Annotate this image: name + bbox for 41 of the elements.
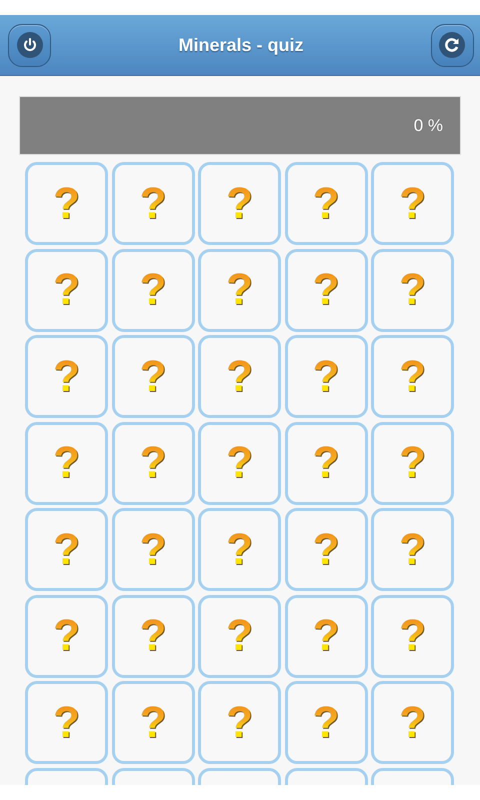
- quiz-card[interactable]: ?: [25, 508, 108, 591]
- power-icon: [16, 32, 42, 58]
- quiz-card[interactable]: ?: [112, 681, 194, 764]
- quiz-card[interactable]: ?: [25, 681, 108, 764]
- quiz-card[interactable]: ?: [112, 422, 194, 504]
- quiz-card[interactable]: ?: [371, 335, 454, 418]
- quiz-card[interactable]: ?: [284, 162, 368, 245]
- quiz-card[interactable]: ?: [284, 422, 368, 504]
- quiz-card[interactable]: ?: [198, 335, 281, 418]
- quiz-card[interactable]: ?: [198, 422, 281, 504]
- refresh-icon: [439, 32, 466, 58]
- quiz-card[interactable]: ?: [371, 162, 454, 245]
- quiz-card[interactable]: ?: [371, 508, 454, 591]
- quiz-card[interactable]: ?: [198, 681, 281, 764]
- quiz-card[interactable]: ?: [284, 594, 368, 678]
- app-title: Minerals - quiz: [178, 34, 304, 56]
- quiz-card[interactable]: ?: [112, 508, 194, 591]
- quiz-card[interactable]: ?: [371, 681, 454, 764]
- quiz-card[interactable]: ?: [371, 248, 454, 332]
- quiz-card[interactable]: ?: [284, 335, 368, 418]
- quiz-card[interactable]: ?: [371, 422, 454, 504]
- quiz-card[interactable]: ?: [198, 248, 281, 332]
- refresh-button[interactable]: [430, 24, 474, 66]
- quiz-card[interactable]: ?: [198, 508, 281, 591]
- quiz-card[interactable]: ?: [25, 335, 108, 418]
- quiz-card[interactable]: ?: [25, 248, 108, 332]
- progress-reading: 0 %: [414, 116, 443, 136]
- quiz-card[interactable]: ?: [25, 162, 108, 245]
- quiz-card[interactable]: ?: [284, 681, 368, 764]
- quiz-card[interactable]: ?: [112, 594, 194, 678]
- quiz-card[interactable]: ?: [198, 594, 281, 678]
- power-button[interactable]: [8, 24, 51, 66]
- quiz-card[interactable]: ?: [198, 162, 281, 245]
- quiz-card[interactable]: ?: [25, 594, 108, 678]
- quiz-card[interactable]: ?: [25, 422, 108, 504]
- quiz-card[interactable]: ?: [284, 248, 368, 332]
- quiz-card[interactable]: ?: [112, 335, 194, 418]
- quiz-card[interactable]: ?: [284, 508, 368, 591]
- quiz-card[interactable]: ?: [371, 594, 454, 678]
- quiz-card[interactable]: ?: [112, 248, 194, 332]
- quiz-card[interactable]: ?: [112, 162, 194, 245]
